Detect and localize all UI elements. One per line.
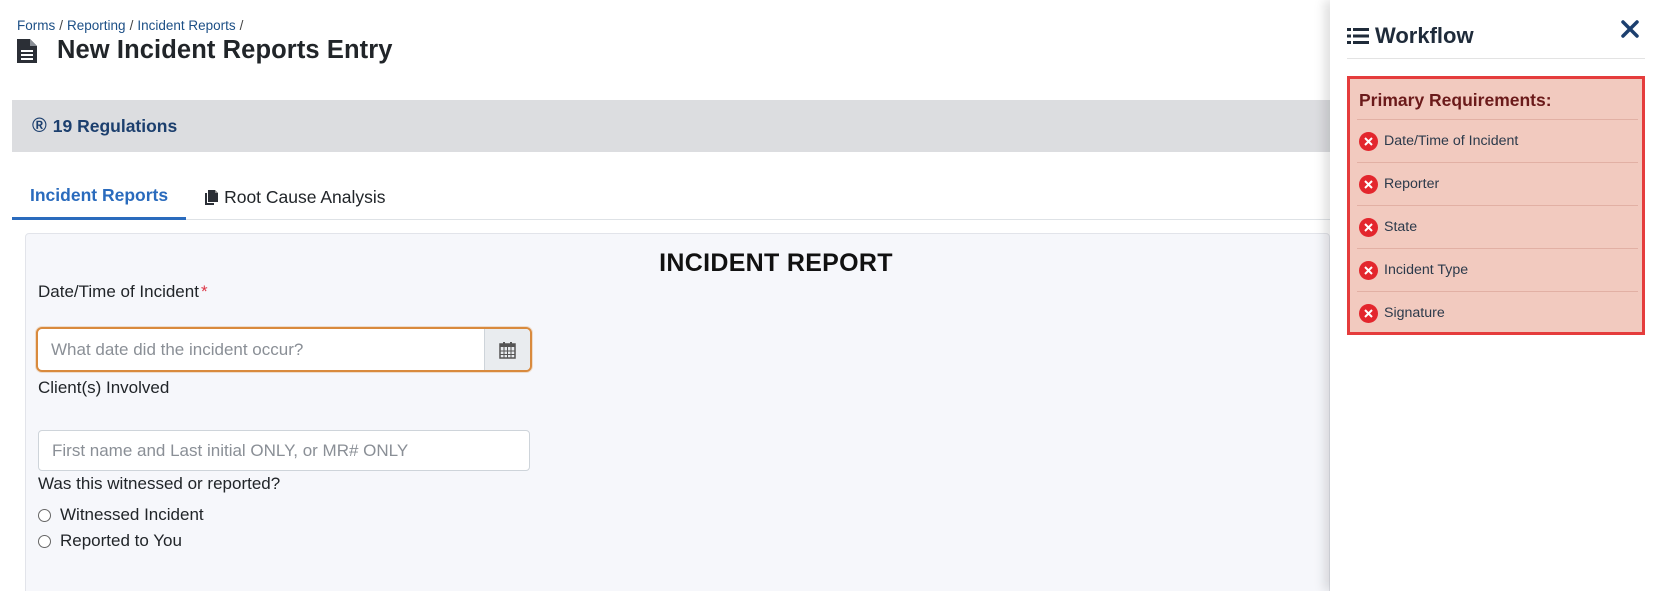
witness-question-label: Was this witnessed or reported?: [38, 474, 281, 493]
requirement-item[interactable]: Signature: [1357, 291, 1638, 334]
page-title: New Incident Reports Entry: [57, 36, 393, 64]
error-x-icon: [1359, 303, 1378, 323]
regulations-bar[interactable]: ® 19 Regulations: [12, 100, 1330, 152]
requirement-item[interactable]: Reporter: [1357, 162, 1638, 205]
clients-label: Client(s) Involved: [38, 378, 170, 397]
close-icon[interactable]: [1619, 18, 1641, 40]
radio-option-reported[interactable]: Reported to You: [38, 531, 182, 551]
tab-incident-reports[interactable]: Incident Reports: [12, 174, 187, 220]
registered-icon: ®: [32, 114, 47, 137]
tab-root-cause-analysis[interactable]: Root Cause Analysis: [186, 174, 403, 220]
requirements-title: Primary Requirements:: [1359, 90, 1552, 110]
breadcrumb-separator: /: [239, 18, 244, 33]
workflow-title: Workflow: [1375, 23, 1474, 48]
requirement-label: Reporter: [1384, 176, 1440, 192]
date-time-label: Date/Time of Incident *: [38, 282, 208, 302]
required-marker: *: [200, 282, 208, 301]
error-x-icon: [1359, 217, 1378, 237]
requirement-item[interactable]: State: [1357, 205, 1638, 248]
incident-report-form: [25, 233, 1330, 591]
breadcrumb-reporting[interactable]: Reporting: [67, 18, 126, 33]
list-icon: [1347, 27, 1369, 45]
radio-option-witnessed[interactable]: Witnessed Incident: [38, 505, 204, 525]
form-heading: INCIDENT REPORT: [659, 249, 893, 277]
radio-label: Witnessed Incident: [60, 505, 204, 524]
radio-button[interactable]: [38, 508, 51, 522]
error-x-icon: [1359, 174, 1378, 194]
breadcrumb-separator: /: [129, 18, 134, 33]
form-tabs: Incident Reports Root Cause Analysis: [12, 174, 1330, 220]
document-icon: [16, 38, 40, 64]
requirement-label: Date/Time of Incident: [1384, 133, 1519, 149]
date-time-label-text: Date/Time of Incident: [38, 282, 199, 301]
error-x-icon: [1359, 131, 1378, 151]
date-time-field-group: [36, 327, 532, 372]
error-x-icon: [1359, 260, 1378, 280]
radio-button[interactable]: [38, 534, 51, 548]
breadcrumb-separator: /: [59, 18, 64, 33]
workflow-sidebar: Workflow Primary Requirements: Date/Time…: [1330, 0, 1658, 591]
requirement-item[interactable]: Date/Time of Incident: [1357, 119, 1638, 162]
clients-input[interactable]: [38, 430, 530, 471]
primary-requirements-panel: Primary Requirements: Date/Time of Incid…: [1347, 76, 1645, 335]
radio-label: Reported to You: [60, 531, 182, 550]
breadcrumb-forms[interactable]: Forms: [17, 18, 55, 33]
tab-label: Root Cause Analysis: [224, 186, 386, 207]
breadcrumb-incident-reports[interactable]: Incident Reports: [137, 18, 235, 33]
workflow-header: Workflow: [1347, 14, 1645, 59]
date-time-input[interactable]: [38, 329, 484, 370]
breadcrumb: Forms / Reporting / Incident Reports /: [17, 18, 247, 33]
requirement-label: Incident Type: [1384, 262, 1469, 278]
requirement-label: Signature: [1384, 305, 1445, 321]
requirement-item[interactable]: Incident Type: [1357, 248, 1638, 291]
regulations-label[interactable]: 19 Regulations: [53, 116, 177, 137]
copy-documents-icon: [204, 189, 219, 206]
calendar-icon[interactable]: [484, 329, 530, 370]
tab-label: Incident Reports: [30, 185, 169, 205]
requirement-label: State: [1384, 219, 1418, 235]
page-header: New Incident Reports Entry: [16, 36, 393, 65]
